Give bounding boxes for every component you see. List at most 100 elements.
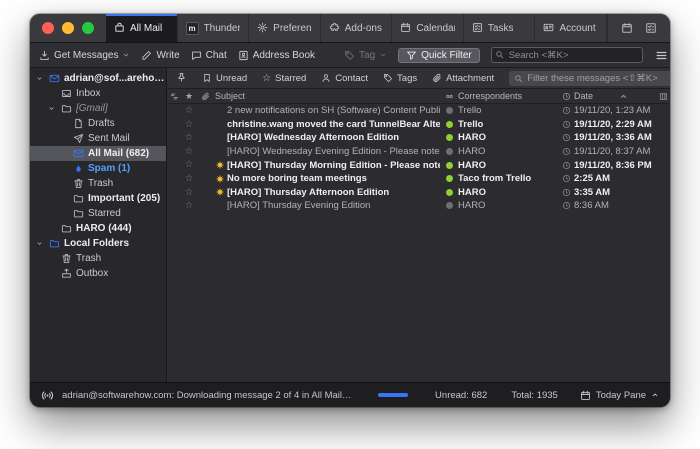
correspondents-icon-column-header[interactable] <box>440 92 458 101</box>
folder-item[interactable]: All Mail (682) <box>30 146 166 161</box>
status-text: adrian@softwarehow.com: Downloading mess… <box>62 390 352 401</box>
message-row[interactable]: ☆ [HARO] Wednesday Evening Edition - Ple… <box>167 145 670 159</box>
star-toggle[interactable]: ☆ <box>181 188 197 198</box>
clock-icon <box>562 201 571 210</box>
message-row[interactable]: ☆ [HARO] Thursday Morning Edition - Plea… <box>167 158 670 172</box>
tasks-icon <box>472 22 483 33</box>
quick-filter-toggle-label: Contact <box>335 73 368 84</box>
write-label: Write <box>156 50 179 61</box>
folder-item[interactable]: Inbox <box>30 86 166 101</box>
chat-button[interactable]: Chat <box>191 50 227 61</box>
message-row[interactable]: ☆ [HARO] Wednesday Afternoon Edition HAR… <box>167 131 670 145</box>
close-window-button[interactable] <box>42 22 54 34</box>
twisty-icon[interactable] <box>48 105 58 112</box>
minimize-window-button[interactable] <box>62 22 74 34</box>
quick-filter-toggle[interactable]: Unread <box>202 73 247 84</box>
tab[interactable]: All Mail <box>106 14 178 42</box>
quick-filter-toggle[interactable]: Attachment <box>432 73 494 84</box>
today-pane-toggle[interactable]: Today Pane <box>580 390 659 401</box>
zoom-window-button[interactable] <box>82 22 94 34</box>
star-toggle[interactable]: ☆ <box>181 147 197 157</box>
search-input[interactable] <box>491 47 643 63</box>
tab-label: Calendar <box>416 23 455 34</box>
quick-filter-toggle-button[interactable]: Quick Filter <box>398 48 480 63</box>
tag-button[interactable]: Tag <box>344 50 387 61</box>
get-messages-button[interactable]: Get Messages <box>39 50 130 61</box>
search-icon <box>495 50 504 59</box>
attachment-column-header[interactable] <box>197 92 213 101</box>
message-subject: [HARO] Wednesday Afternoon Edition <box>227 132 440 143</box>
star-icon: ☆ <box>185 188 194 198</box>
folder-item[interactable]: Spam (1) <box>30 161 166 176</box>
folder-item[interactable]: Sent Mail <box>30 131 166 146</box>
folder-item[interactable]: Starred <box>30 206 166 221</box>
tab[interactable]: Tasks <box>464 14 536 42</box>
folder-item[interactable]: Drafts <box>30 116 166 131</box>
thread-column-header[interactable] <box>167 92 181 101</box>
tab[interactable]: Add-ons Ma <box>321 14 393 42</box>
quick-filter-bar: Unread ☆ Starred Contact Tags Att <box>167 68 670 89</box>
column-picker-button[interactable] <box>656 92 670 101</box>
tab[interactable]: Calendar <box>392 14 464 42</box>
thunderbird-window: All Mail m Thunderbird Preferences Add-o… <box>30 14 670 407</box>
date-column-header[interactable]: Date <box>574 91 656 101</box>
folder-item[interactable]: adrian@sof...arehow.com <box>30 71 166 86</box>
outbox-icon <box>61 268 72 279</box>
mailtab-icon <box>114 22 125 33</box>
message-row[interactable]: ☆ [HARO] Thursday Afternoon Edition HARO <box>167 186 670 200</box>
quick-filter-toggle[interactable]: Tags <box>383 73 417 84</box>
star-toggle[interactable]: ☆ <box>181 201 197 211</box>
app-menu-button[interactable] <box>654 49 670 62</box>
address-book-label: Address Book <box>253 50 315 61</box>
message-date: 19/11/20, 1:23 AM <box>574 105 656 116</box>
clock-icon <box>562 188 571 197</box>
folder-item[interactable]: Important (205) <box>30 191 166 206</box>
message-row[interactable]: ☆ No more boring team meetings Taco from… <box>167 172 670 186</box>
calendar-tab-button-icon[interactable] <box>621 22 633 34</box>
message-row[interactable]: ☆ 2 new notifications on SH (Software) C… <box>167 104 670 118</box>
quick-filter-toggle[interactable]: ☆ Starred <box>262 73 306 84</box>
read-status-dot <box>446 121 453 128</box>
date-icon-column-header[interactable] <box>558 92 574 101</box>
address-book-icon <box>238 50 249 61</box>
subject-column-header[interactable]: Subject <box>213 91 440 101</box>
folder-item[interactable]: Trash <box>30 251 166 266</box>
sort-ascending-icon <box>619 92 628 101</box>
message-row[interactable]: ☆ christine.wang moved the card TunnelBe… <box>167 118 670 132</box>
folder-item[interactable]: HARO (444) <box>30 221 166 236</box>
new-message-icon <box>215 160 225 170</box>
star-toggle[interactable]: ☆ <box>181 106 197 116</box>
star-toggle[interactable]: ☆ <box>181 120 197 130</box>
clock-icon <box>562 120 571 129</box>
folder-label: Trash <box>88 178 113 189</box>
tab[interactable]: Preferences <box>249 14 321 42</box>
folder-label: Spam (1) <box>88 163 130 174</box>
correspondents-icon <box>445 92 454 101</box>
twisty-icon[interactable] <box>36 240 46 247</box>
tab[interactable]: Account Sett <box>535 14 607 42</box>
star-toggle[interactable]: ☆ <box>181 133 197 143</box>
quick-filter-toggle[interactable]: Contact <box>321 73 368 84</box>
chevron-up-icon <box>651 391 659 399</box>
folder-label: adrian@sof...arehow.com <box>64 73 166 84</box>
tab[interactable]: m Thunderbird <box>178 14 250 42</box>
twisty-icon[interactable] <box>36 75 46 82</box>
message-row[interactable]: ☆ [HARO] Thursday Evening Edition HARO <box>167 199 670 213</box>
folder-item[interactable]: [Gmail] <box>30 101 166 116</box>
star-column-header[interactable]: ★ <box>181 92 197 101</box>
filter-messages-input[interactable] <box>509 71 670 86</box>
thread-pane: Unread ☆ Starred Contact Tags Att <box>167 68 670 382</box>
sticky-filters-button[interactable] <box>176 72 187 83</box>
star-toggle[interactable]: ☆ <box>181 160 197 170</box>
today-pane-label: Today Pane <box>596 390 646 401</box>
write-button[interactable]: Write <box>141 50 179 61</box>
read-status-dot <box>446 107 453 114</box>
folder-item[interactable]: Local Folders <box>30 236 166 251</box>
folder-item[interactable]: Trash <box>30 176 166 191</box>
star-toggle[interactable]: ☆ <box>181 174 197 184</box>
folder-item[interactable]: Outbox <box>30 266 166 281</box>
message-correspondent: Trello <box>458 119 558 130</box>
correspondents-column-header[interactable]: Correspondents <box>458 91 558 101</box>
address-book-button[interactable]: Address Book <box>238 50 315 61</box>
tasks-tab-button-icon[interactable] <box>645 22 657 34</box>
